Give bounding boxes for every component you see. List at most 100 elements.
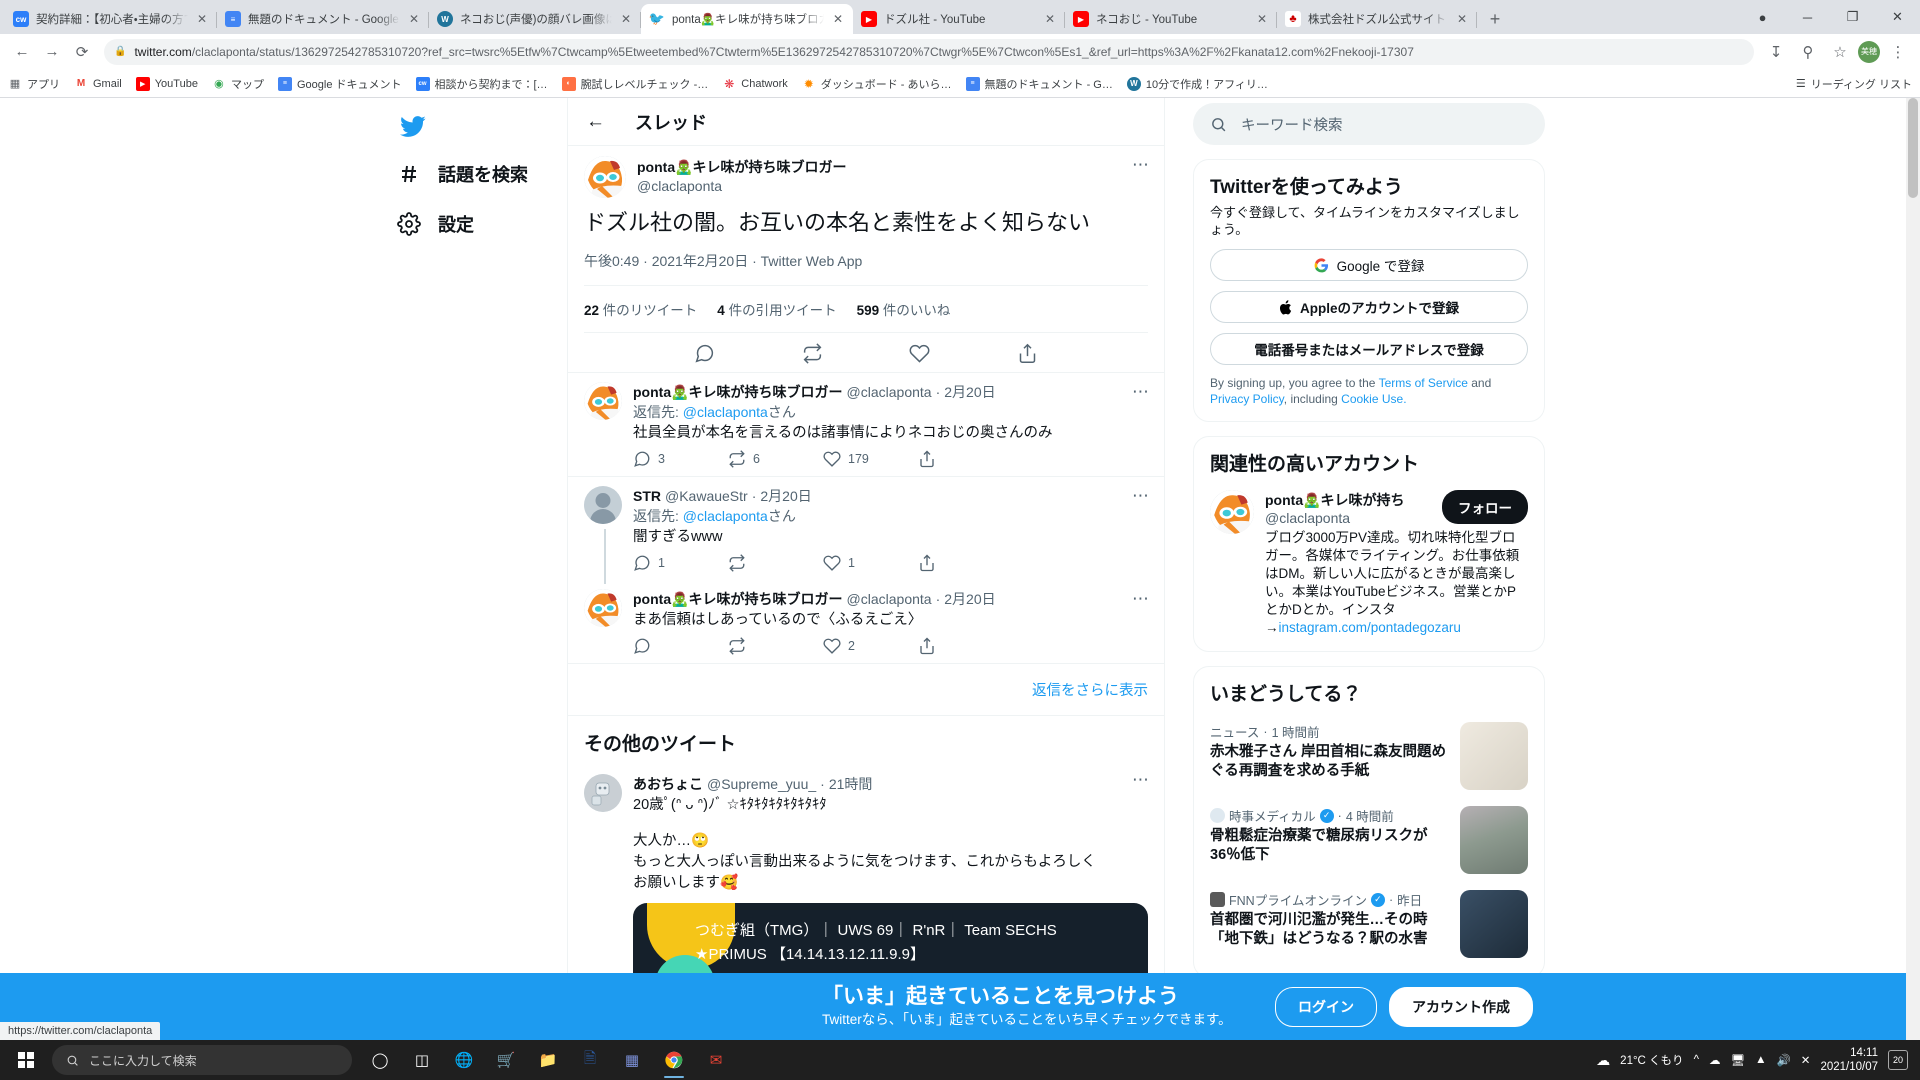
like-icon[interactable]: 2 [823,637,918,655]
browser-tab-6[interactable]: ♣ 株式会社ドズル公式サイト | クリエイ ✕ [1277,4,1477,34]
other-tweet-handle[interactable]: @Supreme_yuu_ [707,776,816,792]
follow-button[interactable]: フォロー [1442,490,1528,524]
browser-tab-5[interactable]: ▶ ネコおじ - YouTube ✕ [1065,4,1277,34]
profile-pin-icon[interactable]: ● [1740,1,1785,33]
login-button[interactable]: ログイン [1275,986,1377,1027]
browser-tab-1[interactable]: ≡ 無題のドキュメント - Google ドキュメ ✕ [217,4,429,34]
bookmark-crowdworks[interactable]: cw 相談から契約まで：[… [415,76,548,92]
retweet-icon[interactable] [728,637,823,655]
share-icon[interactable] [918,450,1013,468]
bookmark-levelcheck[interactable]: ◐ 腕試しレベルチェック -… [561,76,708,92]
reply-more-icon[interactable]: ⋯ [1132,383,1150,400]
other-tweet-author-name[interactable]: あおちょこ [633,774,703,794]
other-tweet-more-icon[interactable]: ⋯ [1132,771,1150,788]
display-icon[interactable]: 🖥 [1730,1053,1745,1067]
clock[interactable]: 14:11 2021/10/07 [1820,1046,1878,1074]
tab-close-5[interactable]: ✕ [1255,12,1269,26]
taskview-icon[interactable]: ◫ [402,1041,442,1079]
cookie-use-link[interactable]: Cookie Use. [1341,392,1406,406]
excel-icon[interactable]: ▦ [612,1041,652,1079]
reading-list-button[interactable]: ☰ リーディング リスト [1796,76,1912,92]
reply-author-handle[interactable]: @KawaueStr [665,488,748,504]
avatar[interactable] [1210,490,1254,534]
bookmark-chatwork[interactable]: ❋ Chatwork [722,76,788,91]
sidebar-item-settings[interactable]: 設定 [397,199,567,249]
start-button[interactable] [6,1041,46,1079]
weather-icon[interactable]: ☁ [1596,1052,1610,1069]
bookmark-gdocs[interactable]: ≡ Google ドキュメント [277,76,402,92]
google-signup-button[interactable]: Google で登録 [1210,249,1528,281]
scrollbar-thumb[interactable] [1908,98,1918,198]
reply-icon[interactable]: 3 [633,450,728,468]
share-icon[interactable] [918,637,1013,655]
reply-icon[interactable]: 1 [633,554,728,572]
chrome-icon[interactable] [654,1041,694,1079]
tray-close-icon[interactable]: ✕ [1801,1053,1811,1067]
browser-tab-2[interactable]: W ネコおじ(声優)の顔バレ画像は？年 ✕ [429,4,641,34]
edge-icon[interactable]: 🌐 [444,1041,484,1079]
cortana-icon[interactable]: ◯ [360,1041,400,1079]
tab-close-2[interactable]: ✕ [619,12,633,26]
phone-signup-button[interactable]: 電話番号またはメールアドレスで登録 [1210,333,1528,365]
stat-likes[interactable]: 599 件のいいね [857,299,951,319]
gmail-icon[interactable]: ✉ [696,1041,736,1079]
bookmark-dashboard[interactable]: ✹ ダッシュボード - あいら… [801,76,952,92]
avatar[interactable] [584,774,622,812]
reply-to-handle[interactable]: @claclaponta [683,404,768,420]
browser-tab-3[interactable]: 🐦 ponta🧟‍♂️キレ味が持ち味ブロガーさん ✕ [641,4,853,34]
reply-more-icon[interactable]: ⋯ [1132,487,1150,504]
onedrive-icon[interactable]: ☁ [1709,1053,1721,1067]
profile-avatar[interactable]: 美穂 [1858,40,1880,63]
network-icon[interactable]: ▲ [1755,1054,1766,1066]
like-icon[interactable]: 179 [823,450,918,468]
like-icon[interactable] [909,343,930,364]
maximize-button[interactable]: ❐ [1830,1,1875,33]
terms-of-service-link[interactable]: Terms of Service [1379,376,1468,390]
forward-button[interactable]: → [38,38,66,66]
install-icon[interactable]: ↧ [1762,38,1790,66]
address-bar[interactable]: 🔒 twitter.com/claclaponta/status/1362972… [104,38,1754,65]
tweet-author-handle[interactable]: @claclaponta [637,177,847,196]
bookmark-maps[interactable]: ◉ マップ [211,76,264,92]
bookmark-apps[interactable]: ▦ アプリ [8,76,60,92]
tweet-more-icon[interactable]: ⋯ [1132,156,1150,173]
trend-item[interactable]: FNNプライムオンライン ✓ · 昨日 首都圏で河川氾濫が発生…その時「地下鉄」… [1210,879,1528,963]
avatar[interactable] [584,589,622,627]
reply-to-handle[interactable]: @claclaponta [683,508,768,524]
up-chevron-icon[interactable]: ^ [1694,1054,1699,1066]
store-icon[interactable]: 🛒 [486,1041,526,1079]
retweet-icon[interactable] [802,343,823,364]
retweet-icon[interactable]: 6 [728,450,823,468]
avatar[interactable] [584,486,622,524]
close-window-button[interactable]: ✕ [1875,1,1920,33]
chrome-menu-icon[interactable]: ⋮ [1884,38,1912,66]
avatar[interactable] [584,156,626,198]
taskbar-search-input[interactable]: ここに入力して検索 [52,1045,352,1075]
stat-retweets[interactable]: 22 件のリツイート [584,299,697,319]
reply-author-name[interactable]: ponta🧟‍♂️キレ味が持ち味ブロガー [633,382,843,402]
tab-close-6[interactable]: ✕ [1455,12,1469,26]
page-scrollbar[interactable] [1906,98,1920,1040]
word-icon[interactable]: 🗎 [570,1041,610,1079]
browser-tab-4[interactable]: ▶ ドズル社 - YouTube ✕ [853,4,1065,34]
bookmark-untitled-doc[interactable]: ≡ 無題のドキュメント - G… [965,76,1113,92]
account-instagram-link[interactable]: instagram.com/pontadegozaru [1279,620,1461,635]
notification-badge[interactable]: 20 [1888,1050,1908,1070]
bookmark-affiliate[interactable]: W 10分で作成！アフィリ… [1126,76,1268,92]
reply-author-handle[interactable]: @claclaponta [847,591,932,607]
avatar[interactable] [584,382,622,420]
reply-author-handle[interactable]: @claclaponta [847,384,932,400]
reply-author-name[interactable]: ponta🧟‍♂️キレ味が持ち味ブロガー [633,589,843,609]
reply-icon[interactable] [633,637,728,655]
bookmark-youtube[interactable]: ▶ YouTube [135,76,198,91]
stat-quotes[interactable]: 4 件の引用ツイート [717,299,836,319]
account-handle[interactable]: @claclaponta [1265,510,1405,526]
search-input[interactable]: キーワード検索 [1193,103,1545,145]
zoom-search-icon[interactable]: ⚲ [1794,38,1822,66]
new-tab-button[interactable]: + [1481,5,1509,33]
reply-more-icon[interactable]: ⋯ [1132,590,1150,607]
reply-icon[interactable] [694,343,715,364]
minimize-button[interactable]: ─ [1785,1,1830,33]
share-icon[interactable] [918,554,1013,572]
back-button[interactable]: ← [8,38,36,66]
